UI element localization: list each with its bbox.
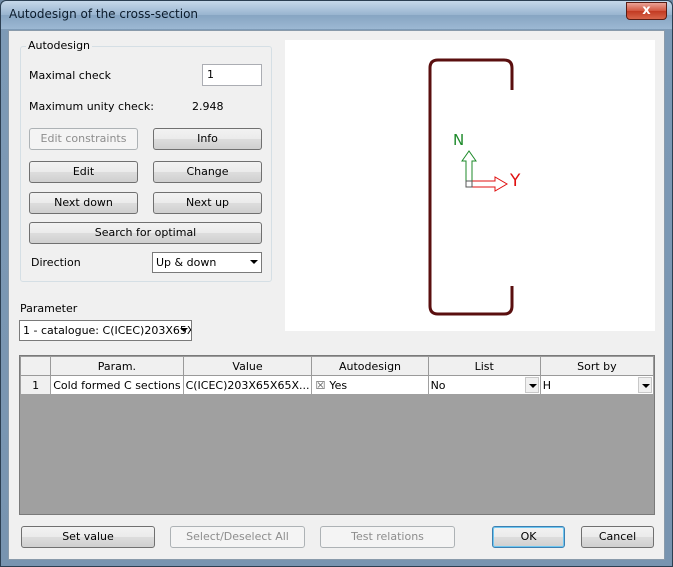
close-button[interactable]: x [626, 2, 667, 20]
next-down-button[interactable]: Next down [29, 192, 138, 214]
direction-select[interactable]: Up & down [152, 252, 262, 273]
maximal-check-input[interactable]: 1 [202, 64, 262, 86]
cross-section-drawing: N Y [428, 58, 521, 316]
n-axis-label: N [453, 131, 464, 149]
chevron-down-icon [180, 328, 188, 332]
edit-constraints-button[interactable]: Edit constraints [29, 128, 138, 150]
window-title: Autodesign of the cross-section [9, 7, 199, 21]
change-button[interactable]: Change [153, 161, 262, 183]
autodesign-group-title: Autodesign [26, 39, 93, 52]
chevron-down-icon [250, 260, 258, 264]
parameter-table: Param. Value Autodesign List Sort by 1 C… [19, 356, 655, 395]
parameter-grid: Param. Value Autodesign List Sort by 1 C… [19, 355, 655, 515]
maximal-check-label: Maximal check [29, 69, 112, 82]
table-row[interactable]: 1 Cold formed C sections C(ICEC)203X65X6… [19, 375, 655, 395]
autodesign-value: Yes [329, 378, 348, 392]
test-relations-button[interactable]: Test relations [320, 526, 455, 548]
column-header-list[interactable]: List [427, 356, 541, 376]
table-header-row: Param. Value Autodesign List Sort by [19, 356, 655, 376]
cell-list[interactable]: No [427, 375, 541, 395]
parameter-select[interactable]: 1 - catalogue: C(ICEC)203X65X [19, 320, 192, 341]
cell-autodesign[interactable]: ☒ Yes [311, 375, 429, 395]
search-for-optimal-button[interactable]: Search for optimal [29, 222, 262, 244]
cancel-button[interactable]: Cancel [581, 526, 654, 548]
info-button[interactable]: Info [153, 128, 262, 150]
column-header-sort-by[interactable]: Sort by [539, 356, 655, 376]
cross-section-preview: N Y [285, 40, 655, 331]
direction-select-value: Up & down [156, 256, 217, 269]
y-axis-arrow [469, 176, 508, 192]
chevron-down-icon[interactable] [524, 377, 539, 393]
y-axis-label: Y [509, 171, 521, 191]
direction-label: Direction [31, 256, 81, 269]
next-up-button[interactable]: Next up [153, 192, 262, 214]
edit-button[interactable]: Edit [29, 161, 138, 183]
cell-sort-by[interactable]: H [539, 375, 655, 395]
close-icon: x [642, 3, 651, 18]
column-header-param[interactable]: Param. [50, 356, 184, 376]
column-header-index[interactable] [19, 356, 52, 376]
checkbox-icon[interactable]: ☒ [315, 379, 325, 392]
max-unity-check-label: Maximum unity check: [29, 100, 154, 113]
title-bar[interactable]: Autodesign of the cross-section x [1, 1, 672, 29]
column-header-value[interactable]: Value [182, 356, 313, 376]
max-unity-check-value: 2.948 [192, 100, 224, 113]
row-index: 1 [19, 375, 52, 395]
origin-marker [465, 180, 473, 188]
sort-by-value: H [542, 378, 552, 392]
cell-value[interactable]: C(ICEC)203X65X65X... [182, 375, 313, 395]
select-deselect-all-button[interactable]: Select/Deselect All [170, 526, 305, 548]
parameter-select-value: 1 - catalogue: C(ICEC)203X65X [23, 324, 192, 337]
list-value: No [430, 378, 446, 392]
cell-param[interactable]: Cold formed C sections [50, 375, 184, 395]
column-header-autodesign[interactable]: Autodesign [311, 356, 429, 376]
n-axis-arrow [461, 150, 477, 185]
parameter-label: Parameter [20, 302, 78, 315]
ok-button[interactable]: OK [492, 526, 565, 548]
chevron-down-icon[interactable] [638, 377, 652, 393]
set-value-button[interactable]: Set value [21, 526, 155, 548]
